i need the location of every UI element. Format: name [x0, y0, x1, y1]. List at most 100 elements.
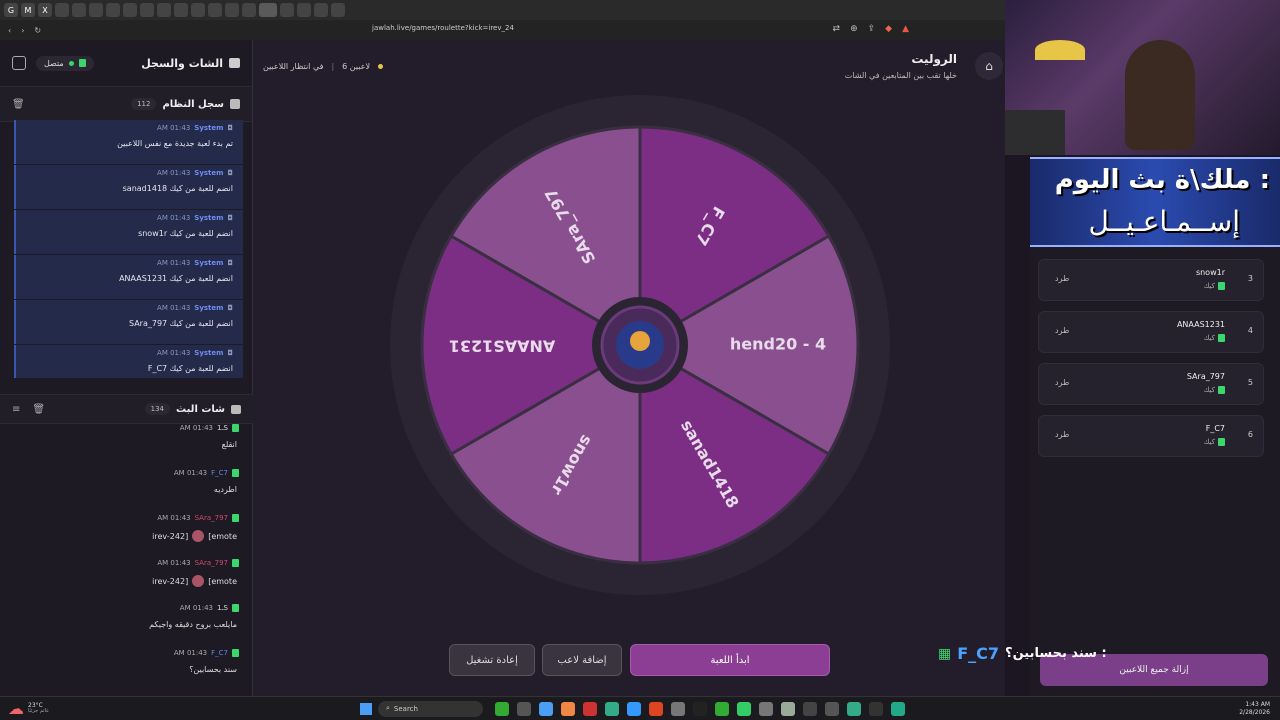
browser-tab[interactable]: [55, 3, 69, 17]
taskbar-app-icon[interactable]: [825, 701, 839, 716]
list-item: AM 01:43 System ◘ تم بدء لعبة جديدة مع نفس …: [14, 120, 243, 164]
browser-tab[interactable]: [106, 3, 120, 17]
taskbar-app-icon[interactable]: [759, 701, 773, 716]
browser-tab[interactable]: [225, 3, 239, 17]
kick-icon: [1218, 438, 1225, 446]
player-row: 6 F_C7 كيك طرد: [1038, 415, 1264, 457]
reload-icon[interactable]: ↻: [34, 26, 41, 35]
translate-icon[interactable]: ⇄: [833, 24, 841, 34]
shield-icon: ◘: [227, 349, 233, 357]
home-icon[interactable]: ⌂: [975, 52, 1003, 80]
browser-tab[interactable]: [297, 3, 311, 17]
alert-icon[interactable]: ▲: [902, 24, 909, 34]
browser-tab[interactable]: [72, 3, 86, 17]
taskbar-app-icon[interactable]: [583, 701, 597, 716]
browser-tab[interactable]: G: [4, 3, 18, 17]
start-game-button[interactable]: ابدأ اللعبة: [630, 644, 830, 676]
taskbar-app-icon[interactable]: [847, 701, 861, 716]
taskbar-app-icon[interactable]: [891, 701, 905, 716]
kick-icon: [78, 59, 86, 67]
restart-button[interactable]: إعادة تشغيل: [449, 644, 535, 676]
filter-icon[interactable]: ≡: [12, 404, 20, 415]
taskbar-app-icon[interactable]: [495, 701, 509, 716]
list-item: AM 01:43 System ◘ ANAAS1231 انضم للعبة من ك…: [14, 255, 243, 299]
trash-icon[interactable]: 🗑: [12, 99, 25, 110]
browser-tab[interactable]: [208, 3, 222, 17]
kick-player-button[interactable]: طرد: [1055, 430, 1069, 439]
taskbar-app-icon[interactable]: [561, 701, 575, 716]
player-row: 3 snow1r كيك طرد: [1038, 259, 1264, 301]
taskbar-app-icon[interactable]: [605, 701, 619, 716]
kick-player-button[interactable]: طرد: [1055, 274, 1069, 283]
url-field[interactable]: jawlah.live/games/roulette?kick=irev_24: [372, 24, 514, 32]
shield-icon: ◘: [227, 124, 233, 132]
roulette-wheel[interactable]: F_C7 hend20 - 4 sanad1418 snow1r ANAAS1231 SA…: [390, 95, 890, 595]
overlay-chat: ▦ F_C7 سند بحسابين؟ :: [938, 644, 1107, 663]
taskbar-app-icon[interactable]: [715, 701, 729, 716]
taskbar-app-icon[interactable]: [737, 701, 751, 716]
kick-icon: [232, 514, 239, 522]
wheel-segment-label: hend20 - 4: [730, 335, 826, 354]
chat-message: AM 01:43 F_C7 اطرديه: [173, 469, 239, 494]
shield-icon: ◘: [227, 259, 233, 267]
taskbar-app-icon[interactable]: [803, 701, 817, 716]
browser-tab[interactable]: [280, 3, 294, 17]
webcam-overlay: [1005, 0, 1280, 155]
shield-icon: ◘: [227, 304, 233, 312]
browser-tab[interactable]: [157, 3, 171, 17]
search-input[interactable]: ⌕ Search: [378, 700, 483, 717]
shield-icon: ◘: [227, 169, 233, 177]
game-icon: ▦: [938, 645, 952, 662]
taskbar-app-icon[interactable]: [517, 701, 531, 716]
page-header: الروليت خلها تقب بين المتابعين في الشات: [845, 52, 957, 80]
add-player-button[interactable]: إضافة لاعب: [542, 644, 622, 676]
kick-player-button[interactable]: طرد: [1055, 378, 1069, 387]
chat-bubble-icon: [229, 58, 240, 68]
stream-chat-list: AM 01:43 ـ1S انقلع AM 01:43 F_C7 اطرديه AM 0…: [0, 422, 253, 692]
kick-icon: [1218, 334, 1225, 342]
taskbar-app-icon[interactable]: [539, 701, 553, 716]
system-log-list: AM 01:43 System ◘ تم بدء لعبة جديدة مع نفس …: [14, 120, 243, 378]
taskbar-app-icon[interactable]: [671, 701, 685, 716]
clock: 1:43 AM 2/28/2026: [1239, 701, 1270, 716]
browser-tab[interactable]: [331, 3, 345, 17]
kick-player-button[interactable]: طرد: [1055, 326, 1069, 335]
zoom-icon[interactable]: ⊕: [850, 24, 858, 34]
share-icon[interactable]: ⇪: [868, 24, 876, 34]
trash-icon[interactable]: 🗑: [32, 404, 45, 415]
kick-icon: [1218, 282, 1225, 290]
browser-address-bar: ‹ › ↻ jawlah.live/games/roulette?kick=ir…: [0, 20, 1005, 40]
chat-message: AM 01:43 ـ1S مايلعب بروح دقيقه واجيكم: [149, 604, 239, 629]
browser-tab[interactable]: [174, 3, 188, 17]
taskbar-app-icon[interactable]: [781, 701, 795, 716]
connection-status: متصل: [36, 55, 94, 71]
taskbar-app-icon[interactable]: [693, 701, 707, 716]
browser-tab[interactable]: [123, 3, 137, 17]
chat-count-badge: 134: [144, 403, 171, 415]
list-item: AM 01:43 System ◘ snow1r انضم للعبة من كيك: [14, 210, 243, 254]
forward-icon[interactable]: ›: [21, 26, 24, 35]
browser-tab[interactable]: [140, 3, 154, 17]
browser-tab[interactable]: [259, 3, 277, 17]
browser-tab[interactable]: M: [21, 3, 35, 17]
taskbar-app-icon[interactable]: [649, 701, 663, 716]
browser-tab[interactable]: [89, 3, 103, 17]
browser-tab[interactable]: X: [38, 3, 52, 17]
weather-widget[interactable]: ☁ 23°C غائم جزئيًا: [0, 699, 360, 718]
collapse-panel-icon[interactable]: [12, 56, 26, 70]
browser-tab[interactable]: [191, 3, 205, 17]
taskbar-app-icon[interactable]: [627, 701, 641, 716]
browser-tab-bar: GMX: [0, 0, 1005, 20]
browser-tab[interactable]: [242, 3, 256, 17]
taskbar-app-icon[interactable]: [869, 701, 883, 716]
wheel-svg[interactable]: F_C7hend20 - 4sanad1418snow1rANAAS1231SA…: [390, 95, 890, 595]
back-icon[interactable]: ‹: [8, 26, 11, 35]
player-row: 5 SAra_797 كيك طرد: [1038, 363, 1264, 405]
weather-icon: ☁: [8, 699, 24, 718]
players-status: في انتظار اللاعبين | 6 لاعبين: [263, 62, 384, 71]
shield-icon: ◘: [227, 214, 233, 222]
start-icon[interactable]: [360, 702, 372, 715]
shield-icon[interactable]: ◆: [885, 24, 892, 34]
browser-tab[interactable]: [314, 3, 328, 17]
kick-icon: [232, 469, 239, 477]
